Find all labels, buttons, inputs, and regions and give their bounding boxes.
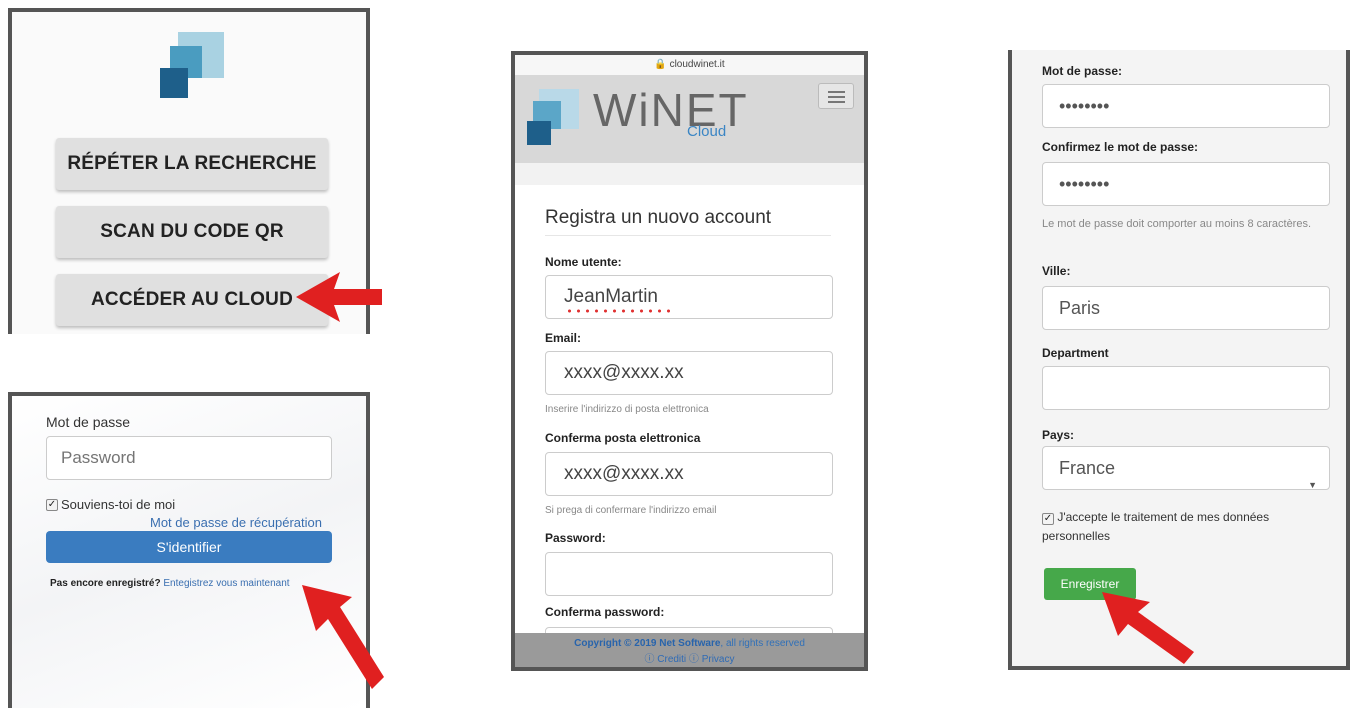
username-label: Nome utente: — [545, 255, 622, 269]
access-cloud-button[interactable]: ACCÉDER AU CLOUD — [56, 274, 328, 326]
hamburger-menu-icon[interactable] — [818, 83, 854, 109]
login-button[interactable]: S'identifier — [46, 531, 332, 563]
city-label: Ville: — [1042, 264, 1071, 278]
password-label: Mot de passe: — [1042, 64, 1123, 78]
footer-links[interactable]: ⓘ Crediti ⓘ Privacy — [515, 649, 864, 665]
email-input[interactable]: xxxx@xxxx.xx — [545, 351, 833, 395]
username-value: JeanMartin — [564, 286, 658, 307]
username-input[interactable]: JeanMartin — [545, 275, 833, 319]
password-input[interactable] — [46, 436, 332, 480]
email-help: Inserire l'indirizzo di posta elettronic… — [545, 404, 709, 415]
not-registered-text: Pas encore enregistré? — [50, 578, 161, 589]
arrow-to-register-link-icon — [302, 585, 384, 689]
register-now-link[interactable]: Entegistrez vous maintenant — [163, 578, 289, 589]
department-label: Department — [1042, 346, 1109, 360]
repeat-search-button[interactable]: RÉPÉTER LA RECHERCHE — [56, 138, 328, 190]
french-register-panel: Mot de passe: •••••••• Confirmez le mot … — [1008, 50, 1350, 670]
arrow-to-cloud-icon — [296, 272, 382, 322]
winet-logo-icon — [527, 89, 579, 145]
consent-checkbox[interactable]: ✓ — [1042, 513, 1054, 525]
footer-copyright-row: Copyright © 2019 Net Software, all right… — [515, 633, 864, 649]
site-header: WiNET Cloud — [515, 75, 864, 163]
confirm-email-help: Si prega di confermare l'indirizzo email — [545, 505, 717, 516]
password-input[interactable]: •••••••• — [1042, 84, 1330, 128]
divider — [545, 235, 831, 236]
department-input[interactable] — [1042, 366, 1330, 410]
country-value: France — [1059, 458, 1116, 478]
mobile-register-panel: 🔒 cloudwinet.it WiNET Cloud Registra un … — [511, 51, 868, 671]
site-footer: Copyright © 2019 Net Software, all right… — [515, 633, 864, 667]
consent-row[interactable]: ✓ J'accepte le traitement de mes données… — [1042, 508, 1332, 546]
confirm-password-input[interactable]: •••••••• — [1042, 162, 1330, 206]
password-help: Le mot de passe doit comporter au moins … — [1042, 218, 1312, 230]
password-label: Password: — [545, 531, 606, 545]
confirm-password-label: Confirmez le mot de passe: — [1042, 140, 1199, 154]
register-prompt: Pas encore enregistré? Entegistrez vous … — [50, 578, 290, 589]
browser-url: 🔒 cloudwinet.it — [515, 55, 864, 75]
consent-label: J'accepte le traitement de mes données p… — [1042, 510, 1270, 543]
arrow-to-submit-icon — [1102, 592, 1194, 664]
remember-me-row[interactable]: ✓ Souviens-toi de moi — [46, 497, 175, 512]
scan-qr-button[interactable]: SCAN DU CODE QR — [56, 206, 328, 258]
footer-copyright: Copyright © 2019 Net Software — [574, 638, 721, 649]
confirm-email-input[interactable]: xxxx@xxxx.xx — [545, 452, 833, 496]
app-logo-icon — [160, 32, 224, 98]
confirm-password-label: Conferma password: — [545, 605, 665, 619]
password-label: Mot de passe — [46, 414, 131, 430]
register-form: Registra un nuovo account Nome utente: J… — [515, 185, 864, 667]
city-input[interactable]: Paris — [1042, 286, 1330, 330]
footer-rights: , all rights reserved — [720, 638, 805, 649]
email-label: Email: — [545, 331, 582, 345]
country-select[interactable]: France ▼ — [1042, 446, 1330, 490]
dropdown-arrow-icon: ▼ — [1308, 480, 1317, 490]
remember-me-label: Souviens-toi de moi — [61, 497, 176, 512]
confirm-email-label: Conferma posta elettronica — [545, 431, 701, 445]
spellcheck-underline — [565, 309, 673, 313]
brand-subtitle: Cloud — [687, 123, 727, 140]
form-title: Registra un nuovo account — [545, 207, 772, 228]
forgot-password-link[interactable]: Mot de passe de récupération — [150, 515, 322, 530]
remember-me-checkbox[interactable]: ✓ — [46, 498, 58, 511]
country-label: Pays: — [1042, 428, 1075, 442]
password-input[interactable] — [545, 552, 833, 596]
